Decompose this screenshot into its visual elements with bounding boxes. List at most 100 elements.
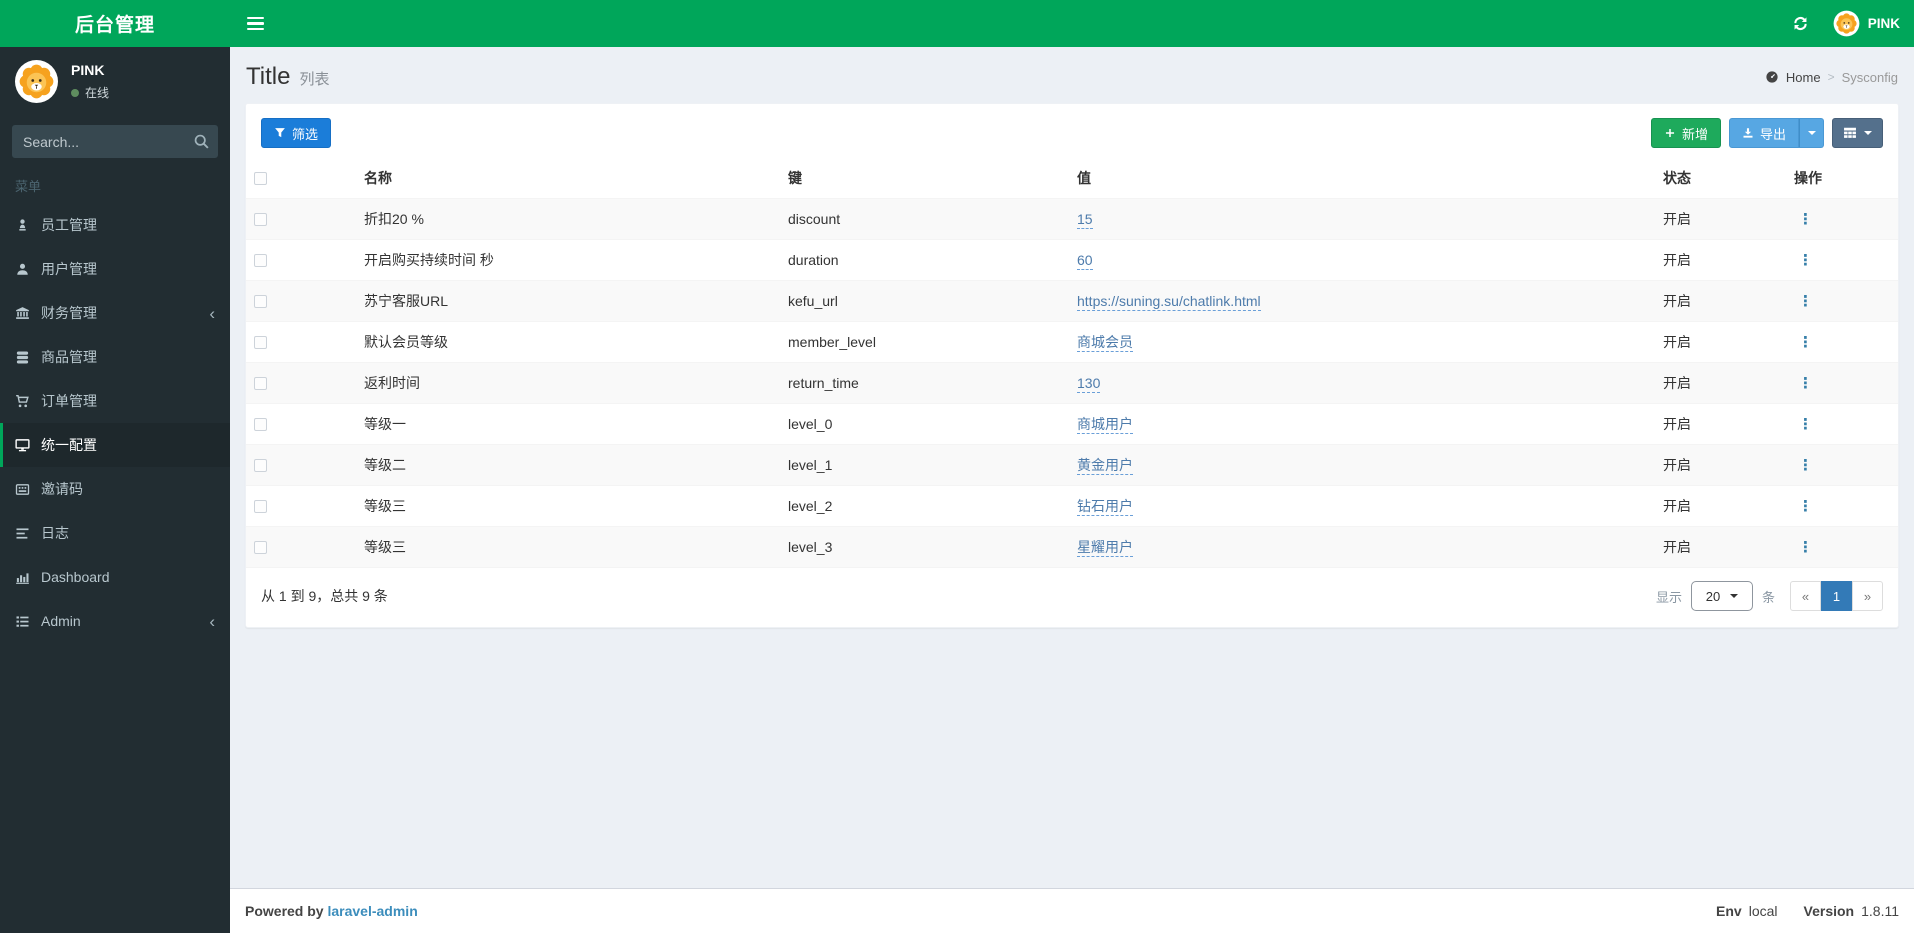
laravel-admin-link[interactable]: laravel-admin [327,903,417,919]
row-checkbox[interactable] [254,294,267,308]
sidebar-item[interactable]: 日志 ‹ [0,511,230,555]
column-selector-button[interactable] [1832,118,1883,148]
sidebar-item-label: Dashboard [41,569,110,585]
download-icon [1742,127,1754,139]
value-editable-link[interactable]: 60 [1077,252,1093,270]
row-checkbox[interactable] [254,253,267,267]
row-actions-button[interactable]: ⋮ [1794,334,1817,351]
select-all-checkbox[interactable] [254,171,267,185]
breadcrumb-current: Sysconfig [1841,69,1898,85]
sidebar-item[interactable]: 商品管理 ‹ [0,335,230,379]
row-actions-button[interactable]: ⋮ [1794,211,1817,228]
prev-page-button[interactable]: « [1790,581,1821,611]
breadcrumb: Home > Sysconfig [1765,70,1898,85]
sidebar-item[interactable]: 员工管理 ‹ [0,203,230,247]
chevron-left-icon: ‹ [209,611,215,631]
refresh-button[interactable] [1778,0,1823,47]
sidebar-toggle-button[interactable] [230,0,281,47]
row-actions-button[interactable]: ⋮ [1794,252,1817,269]
grid-box: 筛选 新增 导出 名称 键 值 状态 操作 折扣20 % discount 15… [245,103,1899,628]
user-status: 在线 [71,84,109,101]
cell-name: 等级三 [356,485,780,527]
user-menu-button[interactable]: PINK [1823,0,1914,47]
row-actions-button[interactable]: ⋮ [1794,293,1817,310]
version-value: 1.8.11 [1861,903,1899,919]
search-submit-button[interactable] [193,133,210,150]
page-1-button[interactable]: 1 [1821,581,1852,611]
header-action: 操作 [1786,158,1898,199]
page-title: Title [246,63,291,90]
value-editable-link[interactable]: https://suning.su/chatlink.html [1077,293,1261,311]
row-actions-button[interactable]: ⋮ [1794,498,1817,515]
cart-icon [15,394,30,409]
sidebar-item[interactable]: 订单管理 ‹ [0,379,230,423]
cell-status: 开启 [1655,485,1786,527]
value-editable-link[interactable]: 商城会员 [1077,334,1133,352]
rows-summary: 从 1 到 9，总共 9 条 [261,588,388,604]
env-label: Env [1716,903,1742,919]
value-editable-link[interactable]: 星耀用户 [1077,539,1133,557]
next-page-button[interactable]: » [1852,581,1883,611]
grid-footer: 从 1 到 9，总共 9 条 显示 20 条 « 1 » [246,568,1898,627]
breadcrumb-home-link[interactable]: Home [1786,70,1821,85]
navbar-username: PINK [1867,16,1900,31]
sidebar-item[interactable]: 用户管理 ‹ [0,247,230,291]
page-subtitle: 列表 [299,71,330,88]
caret-down-icon [1864,131,1872,135]
navbar: PINK [230,0,1914,47]
hamburger-icon [247,16,264,20]
cell-name: 返利时间 [356,362,780,404]
cell-status: 开启 [1655,526,1786,568]
page-footer: Powered by laravel-admin Env local Version… [230,888,1914,933]
sidebar-item[interactable]: 统一配置 ‹ [0,423,230,467]
row-checkbox[interactable] [254,499,267,513]
menu-section-header: 菜单 [15,179,42,194]
row-actions-button[interactable]: ⋮ [1794,457,1817,474]
row-checkbox[interactable] [254,458,267,472]
sidebar-username: PINK [71,62,105,78]
row-actions-button[interactable]: ⋮ [1794,416,1817,433]
app-logo[interactable]: 后台管理 [0,0,230,47]
value-editable-link[interactable]: 钻石用户 [1077,498,1133,516]
database-icon [15,350,30,365]
navbar-right: PINK [1778,0,1914,47]
row-checkbox[interactable] [254,335,267,349]
list-icon [15,614,30,629]
dashboard-gauge-icon [1765,70,1779,84]
sidebar-item[interactable]: Admin ‹ [0,599,230,643]
staff-icon [15,218,30,233]
sidebar-item-label: 商品管理 [41,349,97,365]
sidebar-item-label: 员工管理 [41,217,97,233]
export-dropdown-button[interactable] [1799,118,1824,148]
sidebar-item[interactable]: Dashboard ‹ [0,555,230,599]
add-button[interactable]: 新增 [1650,118,1721,148]
row-checkbox[interactable] [254,376,267,390]
search-input[interactable] [12,125,218,158]
cell-status: 开启 [1655,280,1786,322]
row-actions-button[interactable]: ⋮ [1794,375,1817,392]
value-editable-link[interactable]: 15 [1077,211,1093,229]
value-editable-link[interactable]: 黄金用户 [1077,457,1133,475]
filter-icon [274,127,286,139]
sidebar-menu: 员工管理 ‹ 用户管理 ‹ 财务管理 ‹ 商品管理 ‹ [0,203,230,643]
value-editable-link[interactable]: 商城用户 [1077,416,1133,434]
filter-button[interactable]: 筛选 [261,118,332,148]
avatar [14,59,59,104]
app-title: 后台管理 [74,15,155,36]
row-checkbox[interactable] [254,417,267,431]
sidebar-item[interactable]: 邀请码 ‹ [0,467,230,511]
search-icon [193,133,210,150]
cell-status: 开启 [1655,403,1786,445]
row-checkbox[interactable] [254,540,267,554]
row-actions-button[interactable]: ⋮ [1794,539,1817,556]
cell-key: member_level [780,321,1069,363]
value-editable-link[interactable]: 130 [1077,375,1101,393]
header-key: 键 [780,158,1069,199]
env-value: local [1748,903,1778,919]
export-button[interactable]: 导出 [1728,118,1799,148]
sidebar-item-label: 订单管理 [41,393,97,409]
per-page-select[interactable]: 20 [1690,581,1753,611]
sidebar-item[interactable]: 财务管理 ‹ [0,291,230,335]
row-checkbox[interactable] [254,212,267,226]
table-row: 等级三 level_3 星耀用户 开启 ⋮ [246,526,1898,568]
